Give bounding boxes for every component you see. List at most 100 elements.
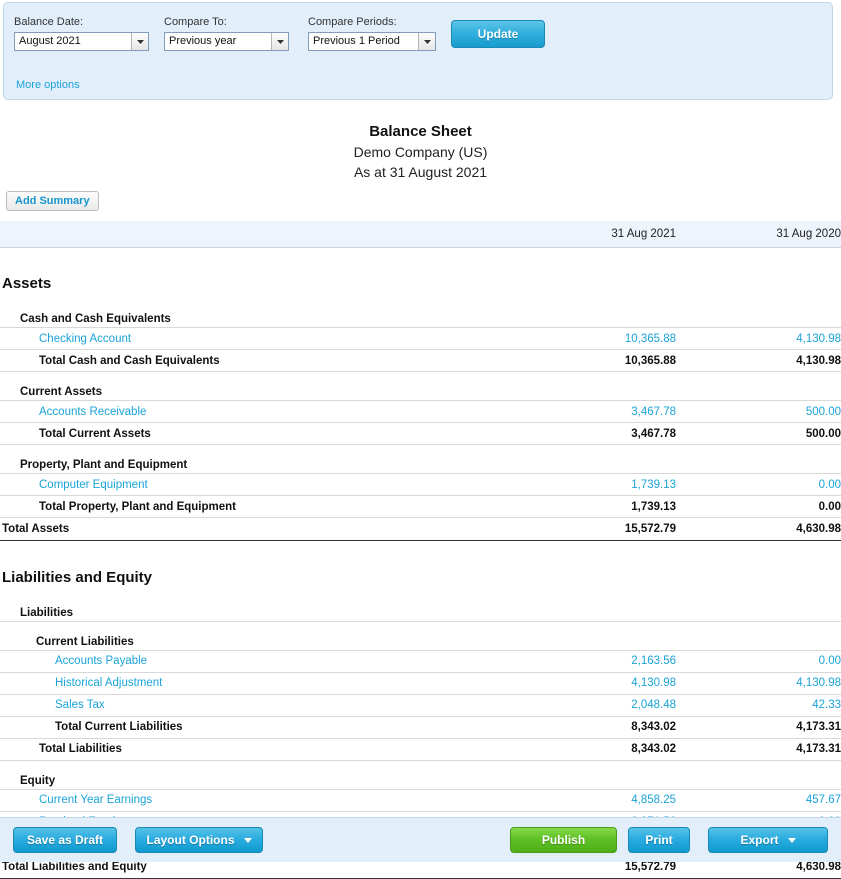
cell-col1: 10,365.88 bbox=[561, 350, 676, 372]
account-link-computer-equipment[interactable]: Computer Equipment bbox=[39, 479, 148, 491]
cell-col2: 4,173.31 bbox=[676, 716, 841, 738]
cell-col1: 4,858.25 bbox=[561, 789, 676, 811]
table-body: AssetsCash and Cash EquivalentsChecking … bbox=[0, 247, 841, 878]
cell-col2: 0.00 bbox=[676, 650, 841, 672]
cell-col1: 1,739.13 bbox=[561, 496, 676, 518]
print-button[interactable]: Print bbox=[628, 827, 690, 853]
update-button[interactable]: Update bbox=[451, 20, 545, 48]
subtotal-row: Total Current Liabilities8,343.024,173.3… bbox=[0, 716, 841, 738]
publish-button[interactable]: Publish bbox=[510, 827, 617, 853]
subtotal-label-total-cash-and-cash-equivalents: Total Cash and Cash Equivalents bbox=[0, 350, 561, 372]
subtotal-label-total-current-liabilities: Total Current Liabilities bbox=[0, 716, 561, 738]
cell-col1: 3,467.78 bbox=[561, 423, 676, 445]
account-link-accounts-payable[interactable]: Accounts Payable bbox=[55, 655, 147, 667]
table-row: Accounts Payable2,163.560.00 bbox=[0, 650, 841, 672]
cell-col2: 500.00 bbox=[676, 423, 841, 445]
account-link-historical-adjustment[interactable]: Historical Adjustment bbox=[55, 677, 162, 689]
compare-periods-field: Compare Periods: Previous 1 Period bbox=[308, 15, 436, 51]
cell-col2: 4,130.98 bbox=[676, 672, 841, 694]
cell-col2: 4,130.98 bbox=[676, 350, 841, 372]
export-label: Export bbox=[740, 833, 778, 847]
compare-periods-label: Compare Periods: bbox=[308, 15, 436, 29]
balance-date-label: Balance Date: bbox=[14, 15, 149, 29]
compare-periods-select[interactable]: Previous 1 Period bbox=[308, 32, 436, 51]
cell-col2: 0.00 bbox=[676, 496, 841, 518]
cell-col1: 8,343.02 bbox=[561, 716, 676, 738]
report-period: As at 31 August 2021 bbox=[0, 162, 841, 182]
balance-date-value: August 2021 bbox=[15, 33, 131, 50]
section-heading-row: Liabilities and Equity bbox=[0, 555, 841, 593]
export-button[interactable]: Export bbox=[708, 827, 828, 853]
table-row: Computer Equipment 1,739.130.00 bbox=[0, 474, 841, 496]
column-header-col2: 31 Aug 2020 bbox=[676, 221, 841, 247]
account-link-accounts-receivable[interactable]: Accounts Receivable bbox=[39, 406, 146, 418]
cell-col2: 4,630.98 bbox=[676, 518, 841, 541]
subtotal-row: Total Property, Plant and Equipment1,739… bbox=[0, 496, 841, 518]
add-summary-button[interactable]: Add Summary bbox=[6, 191, 99, 211]
report-filter-panel: Balance Date: August 2021 Compare To: Pr… bbox=[3, 2, 833, 100]
cell-col2: 500.00 bbox=[676, 401, 841, 423]
group-heading-row: Current Assets bbox=[0, 372, 841, 401]
cell-col2: 457.67 bbox=[676, 789, 841, 811]
subtotal-row: Total Current Assets3,467.78500.00 bbox=[0, 423, 841, 445]
chevron-down-icon bbox=[271, 33, 288, 50]
account-link-checking-account[interactable]: Checking Account bbox=[39, 333, 131, 345]
balance-date-select[interactable]: August 2021 bbox=[14, 32, 149, 51]
account-link-current-year-earnings[interactable]: Current Year Earnings bbox=[39, 794, 152, 806]
cell-col2: 4,130.98 bbox=[676, 328, 841, 350]
column-header-name bbox=[0, 221, 561, 247]
more-options-link[interactable]: More options bbox=[16, 79, 80, 91]
layout-options-label: Layout Options bbox=[147, 833, 235, 847]
compare-to-value: Previous year bbox=[165, 33, 271, 50]
subtotal-row: Total Cash and Cash Equivalents10,365.88… bbox=[0, 350, 841, 372]
balance-date-field: Balance Date: August 2021 bbox=[14, 15, 149, 51]
group-heading-row: Property, Plant and Equipment bbox=[0, 445, 841, 474]
account-link-sales-tax[interactable]: Sales Tax bbox=[55, 699, 105, 711]
chevron-down-icon bbox=[788, 838, 796, 843]
page-title: Balance Sheet bbox=[0, 122, 841, 142]
cell-col1: 10,365.88 bbox=[561, 328, 676, 350]
cell-col1: 15,572.79 bbox=[561, 518, 676, 541]
row-spacer bbox=[0, 541, 841, 555]
section-heading-assets: Assets bbox=[0, 261, 561, 299]
action-bar: Save as Draft Layout Options Publish Pri… bbox=[0, 817, 841, 862]
cell-col1: 3,467.78 bbox=[561, 401, 676, 423]
cell-col1: 1,739.13 bbox=[561, 474, 676, 496]
row-spacer bbox=[0, 247, 841, 261]
chevron-down-icon bbox=[244, 838, 252, 843]
grand-total-row: Total Assets15,572.794,630.98 bbox=[0, 518, 841, 541]
cell-col2: 4,173.31 bbox=[676, 738, 841, 760]
subtotal-label-total-current-assets: Total Current Assets bbox=[0, 423, 561, 445]
table-row: Sales Tax2,048.4842.33 bbox=[0, 694, 841, 716]
group-heading-current-liabilities: Current Liabilities bbox=[0, 621, 561, 650]
group-heading-row: Cash and Cash Equivalents bbox=[0, 299, 841, 328]
table-row: Checking Account 10,365.884,130.98 bbox=[0, 328, 841, 350]
table-header-row: 31 Aug 2021 31 Aug 2020 bbox=[0, 221, 841, 247]
subtotal-row: Total Liabilities8,343.024,173.31 bbox=[0, 738, 841, 760]
cell-col1: 2,048.48 bbox=[561, 694, 676, 716]
balance-sheet-table: 31 Aug 2021 31 Aug 2020 AssetsCash and C… bbox=[0, 221, 841, 879]
report-header: Balance Sheet Demo Company (US) As at 31… bbox=[0, 122, 841, 182]
save-as-draft-label: Save as Draft bbox=[27, 833, 103, 847]
table-header: 31 Aug 2021 31 Aug 2020 bbox=[0, 221, 841, 247]
cell-col1: 8,343.02 bbox=[561, 738, 676, 760]
save-as-draft-button[interactable]: Save as Draft bbox=[13, 827, 117, 853]
cell-col1: 4,130.98 bbox=[561, 672, 676, 694]
compare-periods-value: Previous 1 Period bbox=[309, 33, 418, 50]
print-label: Print bbox=[645, 833, 672, 847]
compare-to-field: Compare To: Previous year bbox=[164, 15, 289, 51]
group-heading-equity: Equity bbox=[0, 760, 561, 789]
table-row: Accounts Receivable 3,467.78500.00 bbox=[0, 401, 841, 423]
publish-label: Publish bbox=[542, 833, 585, 847]
grand-total-label-total-assets: Total Assets bbox=[0, 518, 561, 541]
subtotal-label-total-property-plant-and-equipment: Total Property, Plant and Equipment bbox=[0, 496, 561, 518]
section-heading-row: Assets bbox=[0, 261, 841, 299]
group-heading-current-assets: Current Assets bbox=[0, 372, 561, 401]
group-heading-row: Liabilities bbox=[0, 593, 841, 622]
group-heading-row: Current Liabilities bbox=[0, 621, 841, 650]
table-row: Current Year Earnings 4,858.25457.67 bbox=[0, 789, 841, 811]
layout-options-button[interactable]: Layout Options bbox=[135, 827, 263, 853]
compare-to-select[interactable]: Previous year bbox=[164, 32, 289, 51]
cell-col2: 0.00 bbox=[676, 474, 841, 496]
compare-to-label: Compare To: bbox=[164, 15, 289, 29]
